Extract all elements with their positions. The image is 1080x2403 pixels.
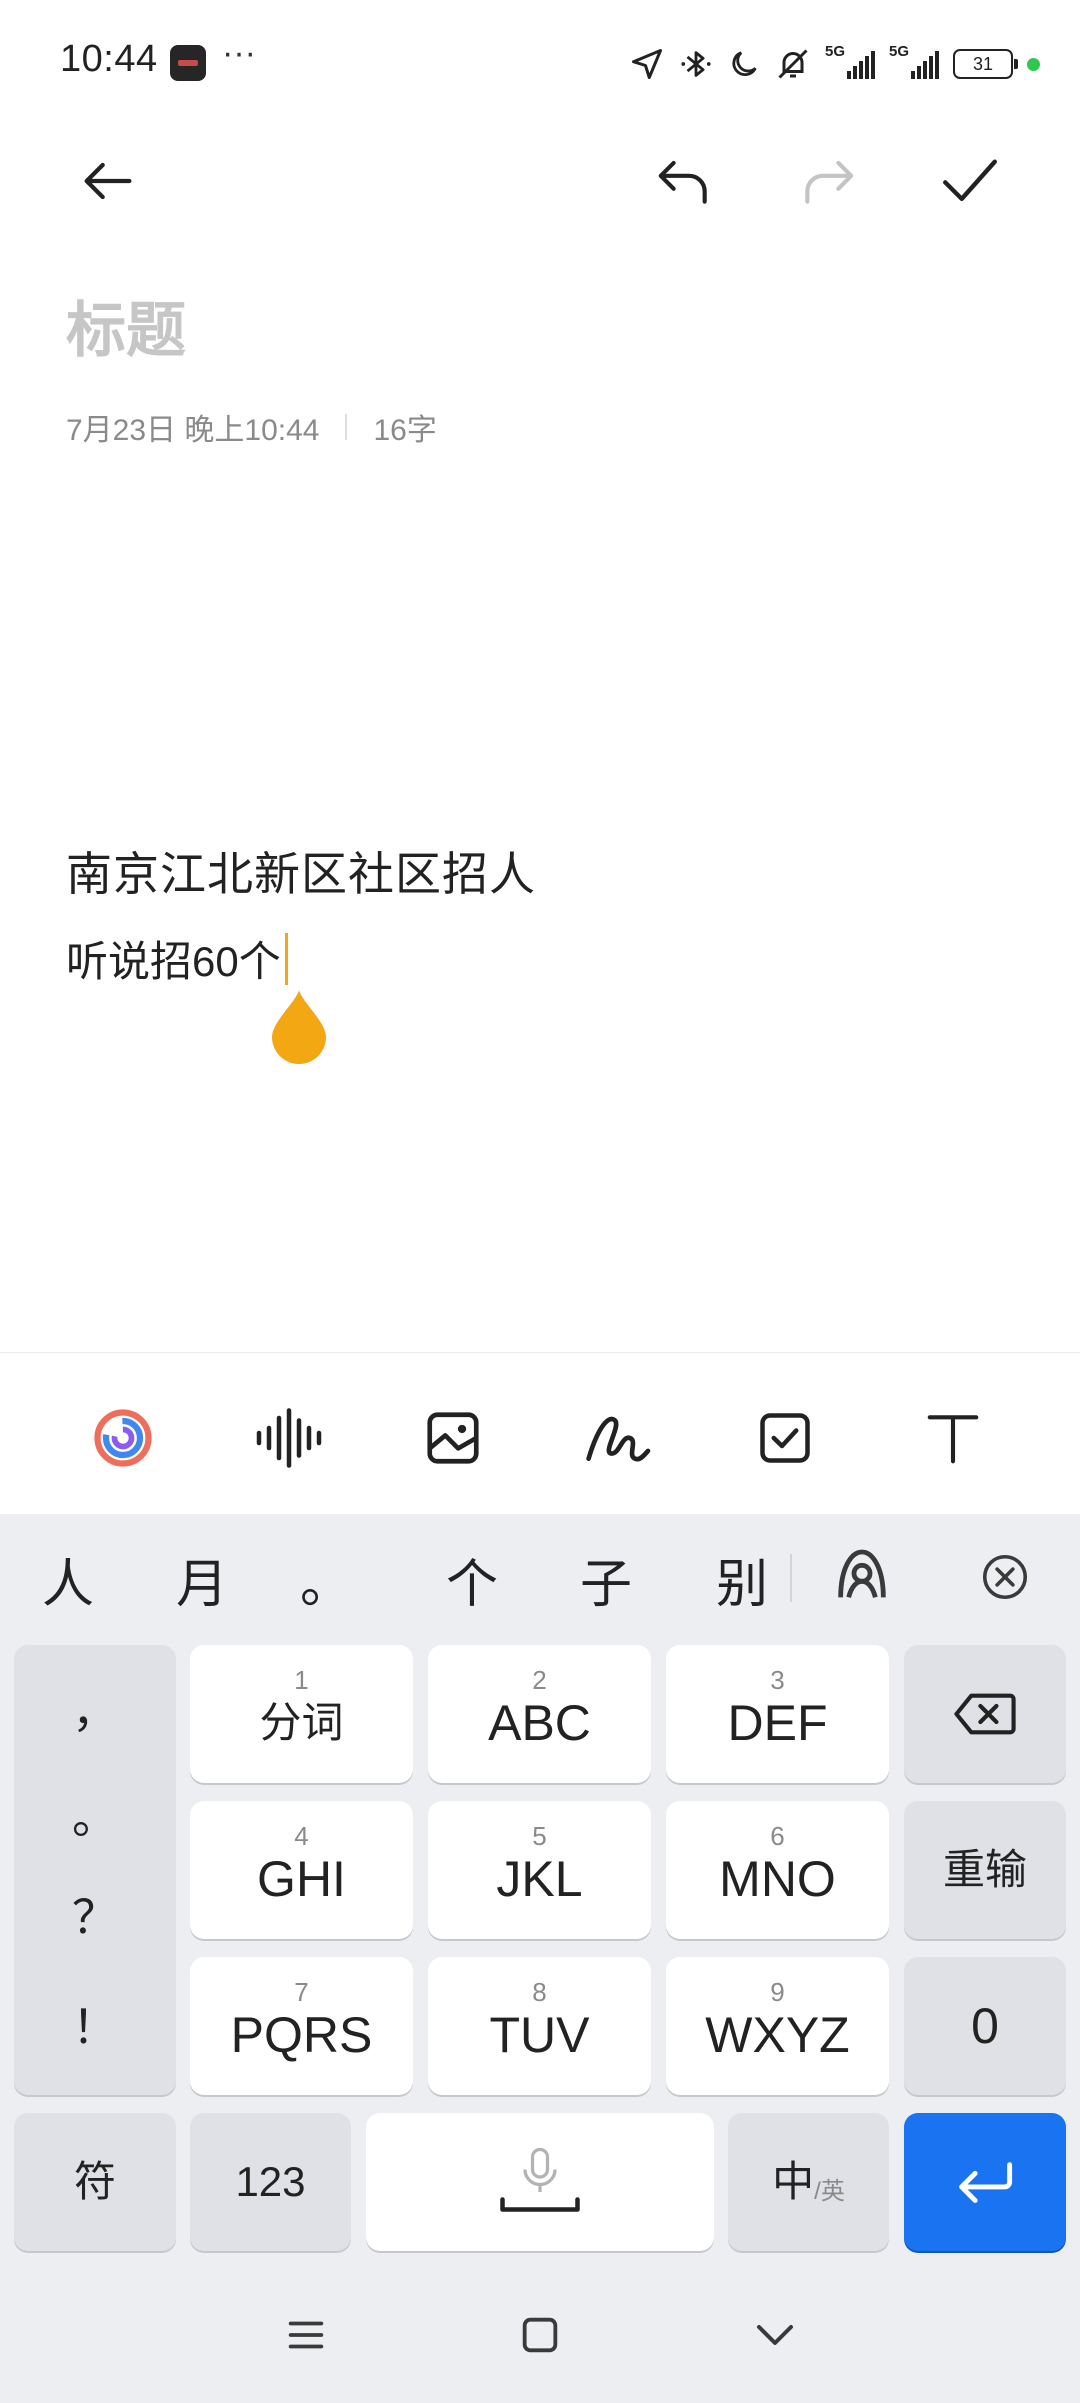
handwriting-button[interactable] bbox=[582, 1403, 652, 1473]
location-arrow-icon bbox=[632, 49, 662, 79]
candidate-divider bbox=[790, 1554, 792, 1602]
undo-icon bbox=[658, 160, 707, 204]
moon-icon bbox=[732, 51, 757, 76]
more-notifications-icon: ··· bbox=[222, 34, 256, 72]
punctuation-column[interactable]: ， 。 ？ ！ bbox=[14, 1645, 176, 2095]
punct-period-key[interactable]: 。 bbox=[14, 1781, 176, 1847]
note-body-line[interactable]: 南京江北新区社区招人 bbox=[66, 838, 536, 904]
square-home-icon bbox=[522, 2317, 558, 2353]
undo-button[interactable] bbox=[648, 145, 720, 217]
candidate-item[interactable]: 子 bbox=[566, 1542, 646, 1617]
keyboard-logo-icon bbox=[838, 1549, 886, 1598]
keyboard-assistant-button[interactable] bbox=[830, 1544, 894, 1608]
cursor-handle[interactable] bbox=[270, 988, 328, 1064]
reinput-key[interactable]: 重输 bbox=[904, 1801, 1066, 1939]
space-mic-icon bbox=[500, 2147, 580, 2212]
redo-button[interactable] bbox=[792, 145, 864, 217]
privacy-indicator-dot bbox=[1027, 57, 1040, 71]
checkmark-icon bbox=[943, 159, 997, 202]
text-format-icon bbox=[927, 1415, 979, 1464]
zero-key[interactable]: 0 bbox=[904, 1957, 1066, 2095]
checkbox-icon bbox=[760, 1413, 810, 1463]
meta-divider bbox=[345, 414, 348, 440]
ime-keyboard: 人 月 。 个 子 别 ， 。 ？ ！ 1 分词 2 ABC 3 DEF 4 G… bbox=[0, 1514, 1080, 2403]
note-title-input[interactable]: 标题 bbox=[66, 282, 186, 369]
candidate-bar: 人 月 。 个 子 别 bbox=[0, 1514, 1080, 1642]
image-icon bbox=[427, 1412, 479, 1464]
arrow-left-icon bbox=[84, 162, 132, 200]
signal-icon: 5G bbox=[825, 43, 875, 79]
format-toolbar bbox=[0, 1352, 1080, 1515]
nav-hide-keyboard-button[interactable] bbox=[745, 2305, 805, 2365]
t9-key-2[interactable]: 2 ABC bbox=[428, 1645, 651, 1783]
handwriting-icon bbox=[586, 1416, 651, 1462]
candidate-item[interactable]: 人 bbox=[28, 1542, 108, 1617]
backspace-icon bbox=[954, 1693, 1016, 1735]
t9-key-1[interactable]: 1 分词 bbox=[190, 1645, 413, 1783]
status-bar: 10:44 ··· 5G 5G 31 bbox=[0, 0, 1080, 120]
candidate-item[interactable]: 月 bbox=[162, 1542, 242, 1617]
bell-off-icon bbox=[778, 49, 808, 79]
close-circle-icon bbox=[982, 1554, 1028, 1600]
t9-key-8[interactable]: 8 TUV bbox=[428, 1957, 651, 2095]
t9-key-3[interactable]: 3 DEF bbox=[666, 1645, 889, 1783]
insert-image-button[interactable] bbox=[418, 1403, 488, 1473]
candidate-item[interactable]: 别 bbox=[702, 1542, 782, 1617]
enter-arrow-icon bbox=[959, 2162, 1013, 2203]
text-format-button[interactable] bbox=[918, 1403, 988, 1473]
backspace-key[interactable] bbox=[904, 1645, 1066, 1783]
space-key[interactable] bbox=[366, 2113, 714, 2251]
punct-question-key[interactable]: ？ bbox=[14, 1881, 176, 1947]
voice-input-button[interactable] bbox=[254, 1403, 324, 1473]
collapse-candidates-button[interactable] bbox=[978, 1550, 1032, 1604]
redo-icon bbox=[805, 160, 854, 204]
nav-home-button[interactable] bbox=[510, 2305, 570, 2365]
t9-key-7[interactable]: 7 PQRS bbox=[190, 1957, 413, 2095]
nav-menu-button[interactable] bbox=[276, 2305, 336, 2365]
t9-key-4[interactable]: 4 GHI bbox=[190, 1801, 413, 1939]
t9-key-5[interactable]: 5 JKL bbox=[428, 1801, 651, 1939]
symbols-key[interactable]: 符 bbox=[14, 2113, 176, 2251]
note-body-text: 听说招60个 bbox=[66, 938, 281, 985]
t9-key-6[interactable]: 6 MNO bbox=[666, 1801, 889, 1939]
status-time: 10:44 bbox=[60, 38, 158, 80]
punct-exclaim-key[interactable]: ！ bbox=[14, 1991, 176, 2057]
save-button[interactable] bbox=[934, 145, 1006, 217]
candidate-item[interactable]: 个 bbox=[432, 1542, 512, 1617]
numbers-key[interactable]: 123 bbox=[190, 2113, 351, 2251]
candidate-item[interactable]: 。 bbox=[286, 1542, 366, 1617]
language-switch-key[interactable]: 中 /英 bbox=[728, 2113, 889, 2251]
t9-key-9[interactable]: 9 WXYZ bbox=[666, 1957, 889, 2095]
voice-wave-icon bbox=[256, 1408, 322, 1468]
bluetooth-icon bbox=[681, 51, 711, 77]
text-caret bbox=[284, 932, 288, 985]
note-body-line[interactable]: 听说招60个 bbox=[66, 928, 288, 989]
note-date: 7月23日 晚上10:44 bbox=[66, 414, 320, 447]
recorder-app-icon bbox=[170, 45, 206, 81]
note-char-count: 16字 bbox=[373, 414, 437, 447]
battery-icon: 31 bbox=[953, 49, 1018, 79]
ai-assistant-button[interactable] bbox=[88, 1403, 158, 1473]
chevron-down-icon bbox=[757, 2325, 793, 2345]
enter-key[interactable] bbox=[904, 2113, 1066, 2251]
punct-comma-key[interactable]: ， bbox=[14, 1675, 176, 1741]
checklist-button[interactable] bbox=[750, 1403, 820, 1473]
note-meta: 7月23日 晚上10:44 16字 bbox=[66, 405, 437, 449]
back-button[interactable] bbox=[72, 145, 144, 217]
signal-icon: 5G bbox=[889, 43, 939, 79]
ai-swirl-icon bbox=[94, 1409, 152, 1467]
status-icons: 5G 5G 31 bbox=[629, 43, 1040, 84]
menu-lines-icon bbox=[288, 2321, 324, 2349]
